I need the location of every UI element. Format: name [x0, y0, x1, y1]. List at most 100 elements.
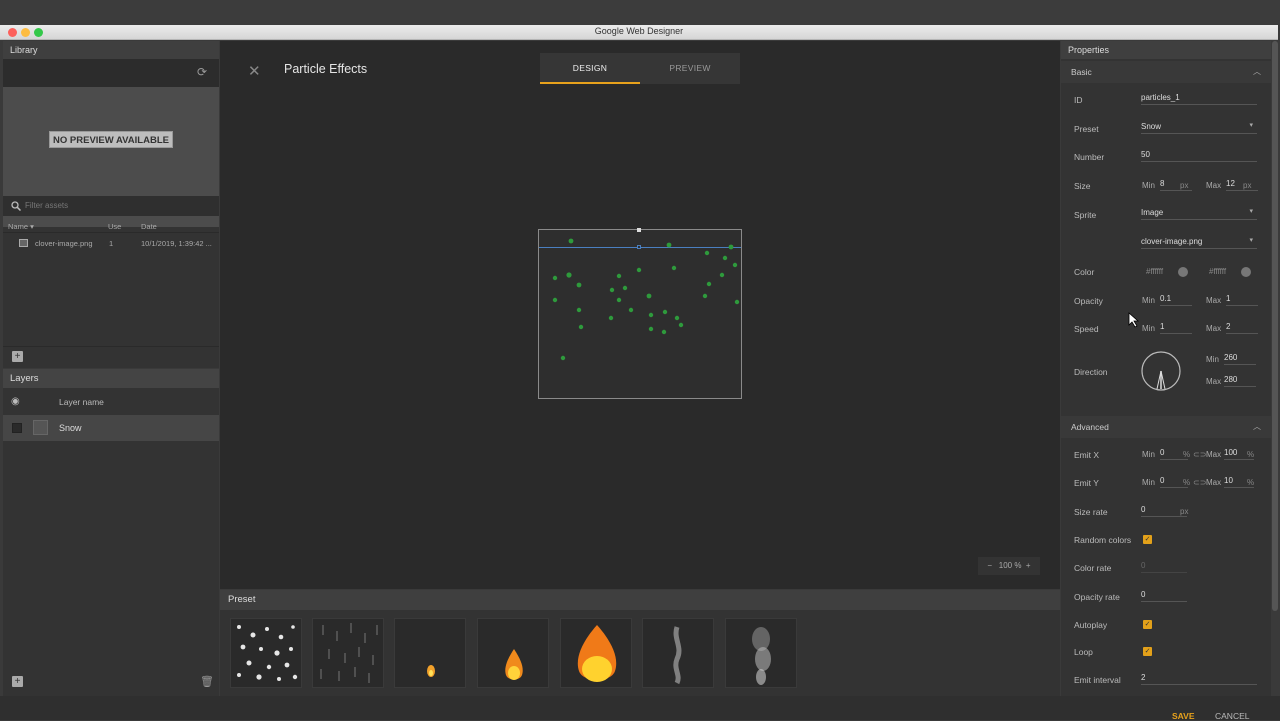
- preset-thumb-medium-flame[interactable]: [477, 618, 549, 688]
- emit-interval-field[interactable]: 2: [1141, 671, 1257, 685]
- filter-assets-field[interactable]: Filter assets: [3, 196, 219, 216]
- preset-thumb-large-flame[interactable]: [560, 618, 632, 688]
- id-field[interactable]: particles_1: [1141, 91, 1257, 105]
- mouse-cursor-icon: [1128, 312, 1140, 328]
- particles-layer: [552, 238, 740, 361]
- trash-icon[interactable]: 🗑: [200, 675, 214, 688]
- random-colors-checkbox[interactable]: ✓: [1143, 535, 1152, 544]
- preset-thumb-small-flame[interactable]: [394, 618, 466, 688]
- color-rate-field[interactable]: 0: [1141, 559, 1187, 573]
- preset-strip: [220, 610, 1060, 696]
- preset-thumb-rain[interactable]: [312, 618, 384, 688]
- properties-scrollbar[interactable]: [1272, 41, 1278, 611]
- prop-emit-x: Emit X Min 0 % ⊂⊃ Max 100 %: [1074, 448, 1255, 460]
- sprite-file-select[interactable]: clover-image.png ▾: [1141, 235, 1257, 249]
- color-min-value[interactable]: #ffffff: [1146, 267, 1163, 276]
- close-dialog-icon[interactable]: ✕: [248, 62, 261, 80]
- prop-opacity-rate: Opacity rate 0: [1061, 588, 1271, 606]
- zoom-out-button[interactable]: −: [987, 561, 992, 570]
- size-max-field[interactable]: 12: [1226, 177, 1258, 191]
- chevron-down-icon: ▾: [1249, 208, 1253, 215]
- loop-checkbox[interactable]: ✓: [1143, 647, 1152, 656]
- library-title: Library: [3, 41, 219, 59]
- col-name[interactable]: Name ▾: [8, 222, 34, 231]
- basic-section-title: Basic: [1071, 67, 1092, 77]
- preset-thumb-snow[interactable]: [230, 618, 302, 688]
- prop-number: Number 50: [1061, 148, 1271, 166]
- col-use[interactable]: Use: [108, 222, 121, 231]
- desktop-background: [0, 0, 1280, 25]
- prop-sprite: Sprite Image ▾: [1061, 206, 1271, 224]
- prop-emit-y: Emit Y Min 0 % ⊂⊃ Max 10 %: [1074, 476, 1255, 488]
- speed-max-field[interactable]: 2: [1226, 320, 1258, 334]
- tab-design[interactable]: DESIGN: [540, 53, 640, 84]
- layers-panel: Layers ◉ Layer name Snow + 🗑: [3, 369, 219, 696]
- zoom-control[interactable]: − 100 % +: [978, 557, 1040, 575]
- link-icon[interactable]: ⊂⊃: [1193, 478, 1206, 487]
- color-max-swatch[interactable]: [1241, 267, 1251, 277]
- opacity-max-field[interactable]: 1: [1226, 292, 1258, 306]
- sprite-select[interactable]: Image ▾: [1141, 206, 1257, 220]
- asset-table-header: Name ▾ Use Date: [3, 219, 219, 233]
- preset-thumb-thick-smoke[interactable]: [725, 618, 797, 688]
- chevron-down-icon: ▾: [1249, 122, 1253, 129]
- link-icon[interactable]: ⊂⊃: [1193, 450, 1206, 459]
- color-min-swatch[interactable]: [1178, 267, 1188, 277]
- direction-min: Min 260: [1061, 351, 1271, 369]
- zoom-in-button[interactable]: +: [1026, 561, 1031, 570]
- preset-thumb-thin-smoke[interactable]: [642, 618, 714, 688]
- table-row[interactable]: clover-image.png 1 10/1/2019, 1:39:42 ..…: [3, 236, 219, 252]
- number-field[interactable]: 50: [1141, 148, 1257, 162]
- direction-min-field[interactable]: 260: [1224, 351, 1256, 365]
- layers-footer: + 🗑: [3, 672, 219, 694]
- tab-preview[interactable]: PREVIEW: [640, 53, 740, 84]
- library-footer: +: [3, 346, 219, 366]
- eye-icon[interactable]: ◉: [11, 396, 20, 407]
- chevron-up-icon: ︿: [1253, 67, 1261, 76]
- prop-size-rate: Size rate 0 px: [1074, 505, 1189, 517]
- prop-color: Color #ffffff #ffffff: [1061, 263, 1271, 281]
- layer-name: Snow: [59, 423, 82, 433]
- color-max-value[interactable]: #ffffff: [1209, 267, 1226, 276]
- opacity-rate-field[interactable]: 0: [1141, 588, 1187, 602]
- particle-canvas[interactable]: [538, 228, 742, 399]
- speed-min-field[interactable]: 1: [1160, 320, 1192, 334]
- opacity-min-field[interactable]: 0.1: [1160, 292, 1192, 306]
- library-panel: Library ⟳ NO PREVIEW AVAILABLE Filter as…: [3, 41, 219, 368]
- prop-sprite-file: clover-image.png ▾: [1061, 235, 1271, 253]
- no-preview-label: NO PREVIEW AVAILABLE: [49, 131, 173, 148]
- layer-thumbnail: [33, 420, 48, 435]
- properties-title: Properties: [1061, 41, 1271, 59]
- advanced-section-header[interactable]: Advanced ︿: [1061, 416, 1271, 438]
- layers-column-header: ◉ Layer name: [3, 388, 219, 415]
- add-layer-button[interactable]: +: [12, 676, 23, 687]
- library-toolbar: ⟳: [3, 59, 219, 87]
- view-tabs: DESIGN PREVIEW: [540, 53, 740, 84]
- chevron-down-icon: ▾: [1249, 237, 1253, 244]
- prop-opacity: Opacity Min 0.1 Max 1: [1061, 292, 1271, 310]
- refresh-icon[interactable]: ⟳: [197, 65, 207, 79]
- prop-size: Size Min 8 px Max 12 px: [1061, 177, 1271, 195]
- add-asset-button[interactable]: +: [12, 351, 23, 362]
- properties-panel: Properties Basic ︿ ID particles_1 Preset…: [1061, 41, 1271, 696]
- prop-speed: Speed Min 1 Max 2: [1061, 320, 1271, 338]
- layer-row[interactable]: Snow: [3, 415, 219, 441]
- preset-select[interactable]: Snow ▾: [1141, 120, 1257, 134]
- clover-particles: [552, 238, 740, 361]
- layers-title: Layers: [3, 369, 219, 388]
- advanced-section-title: Advanced: [1071, 422, 1109, 432]
- dialog-footer: SAVE CANCEL: [0, 696, 1280, 721]
- direction-max-field[interactable]: 280: [1224, 373, 1256, 387]
- col-date[interactable]: Date: [141, 222, 157, 231]
- zoom-level: 100 %: [998, 561, 1022, 570]
- autoplay-checkbox[interactable]: ✓: [1143, 620, 1152, 629]
- direction-max: Max 280: [1061, 373, 1271, 391]
- dialog-title: Particle Effects: [284, 62, 368, 76]
- window-titlebar: Google Web Designer: [0, 25, 1278, 40]
- basic-section-header[interactable]: Basic ︿: [1061, 61, 1271, 83]
- visibility-toggle[interactable]: [12, 423, 22, 433]
- prop-emit-interval: Emit interval 2: [1061, 671, 1271, 689]
- chevron-up-icon: ︿: [1253, 422, 1261, 431]
- window-title: Google Web Designer: [594, 26, 684, 36]
- prop-random-colors: Random colors ✓: [1074, 535, 1152, 545]
